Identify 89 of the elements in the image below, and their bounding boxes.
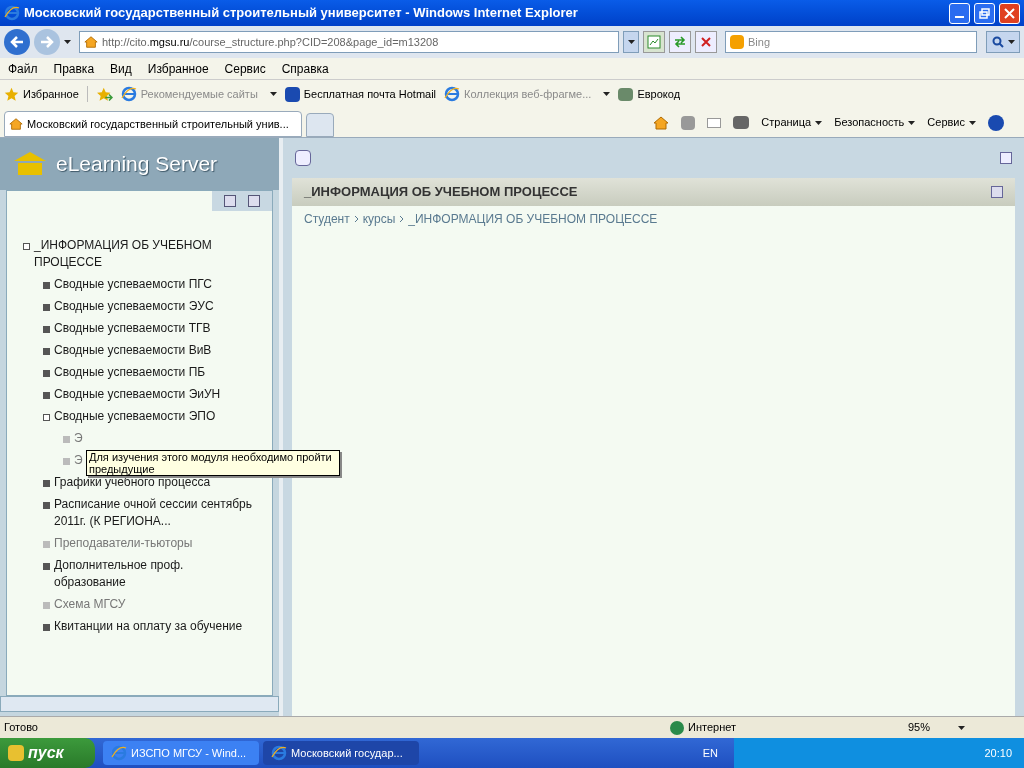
browser-icon xyxy=(271,745,287,761)
tree-item[interactable]: Графики учебного процесса xyxy=(54,474,211,491)
caret-icon xyxy=(627,40,635,44)
tree-item[interactable]: Сводные успеваемости ТГВ xyxy=(54,320,211,337)
browser-icon xyxy=(4,5,20,21)
favorites-link[interactable]: Еврокод xyxy=(618,85,681,103)
window-title: Московский государственный строительный университет - Windows Internet Explorer xyxy=(24,4,579,23)
breadcrumb-link[interactable]: курсы xyxy=(362,210,396,228)
language-indicator[interactable]: EN xyxy=(702,744,718,762)
caret-icon xyxy=(815,120,823,125)
caret-icon xyxy=(969,120,976,125)
home-button[interactable] xyxy=(295,150,311,166)
caret-icon xyxy=(603,92,611,96)
browser-icon xyxy=(120,86,137,102)
caret-icon xyxy=(1007,40,1015,44)
menu-item[interactable]: Избранное xyxy=(147,59,209,78)
minimize-icon xyxy=(955,16,964,18)
tree-item[interactable]: _ИНФОРМАЦИЯ ОБ УЧЕБНОМ ПРОЦЕССЕ xyxy=(34,237,224,271)
minimize-button[interactable] xyxy=(949,2,970,24)
status-text: Готово xyxy=(3,720,39,736)
taskbar-window[interactable]: ИЗСПО МГСУ - Wind... xyxy=(103,741,259,765)
menu-item[interactable]: Правка xyxy=(53,59,95,78)
menu-item[interactable]: Справка xyxy=(281,59,329,78)
close-icon xyxy=(1004,7,1015,19)
caret-icon xyxy=(269,92,277,96)
favorites-link[interactable]: Бесплатная почта Hotmail xyxy=(284,85,437,103)
taskbar-window[interactable]: Московский государ... xyxy=(263,741,419,765)
page-title: _ИНФОРМАЦИЯ ОБ УЧЕБНОМ ПРОЦЕССЕ xyxy=(304,183,578,202)
tree-item[interactable]: Сводные успеваемости ПГС xyxy=(54,276,212,293)
home-icon xyxy=(84,35,98,49)
tree-item[interactable]: Сводные успеваемости ВиВ xyxy=(54,342,212,359)
caret-icon xyxy=(64,40,71,44)
page-icon xyxy=(647,35,661,49)
search-field[interactable]: Bing xyxy=(725,31,977,53)
tree-item[interactable]: Э xyxy=(74,452,83,469)
tooltip: Для изучения этого модуля необходимо пройти предыдущие xyxy=(86,450,340,476)
menu-item[interactable]: Вид xyxy=(110,59,132,78)
command-menu[interactable]: Безопасность xyxy=(834,114,916,131)
browser-icon xyxy=(111,745,127,761)
tree-item[interactable]: Э xyxy=(74,430,83,447)
tree-item[interactable]: Квитанции на оплату за обучение xyxy=(54,618,243,635)
command-menu[interactable]: Страница xyxy=(761,114,823,131)
tree-item[interactable]: Сводные успеваемости ПБ xyxy=(54,364,206,381)
search-placeholder: Bing xyxy=(748,34,771,50)
horizontal-scrollbar[interactable] xyxy=(0,696,279,712)
home-icon xyxy=(653,114,670,131)
back-arrow-icon xyxy=(10,36,24,48)
favorites-button[interactable]: Избранное xyxy=(4,85,88,103)
refresh-icon xyxy=(673,36,687,48)
back-button[interactable] xyxy=(4,29,30,55)
zoom-button[interactable]: 95% xyxy=(908,719,966,736)
forward-arrow-icon xyxy=(40,36,54,48)
house-logo-icon xyxy=(12,151,48,177)
breadcrumb-link[interactable]: Студент xyxy=(304,210,350,228)
command-menu[interactable]: Сервис xyxy=(927,114,976,131)
menu-item[interactable]: Файл xyxy=(8,59,38,78)
chevron-icon xyxy=(399,215,405,223)
refresh-button[interactable] xyxy=(669,31,691,53)
zone-text: Интернет xyxy=(688,720,737,736)
home-button[interactable] xyxy=(653,114,670,131)
address-field[interactable]: http://cito.mgsu.ru/course_structure.php?CID=208&page_id=m13208 xyxy=(79,31,619,53)
tree-item[interactable]: Сводные успеваемости ЭУС xyxy=(54,298,214,315)
dropdown-button[interactable] xyxy=(623,31,639,53)
maximize-button[interactable] xyxy=(974,2,995,24)
close-button[interactable] xyxy=(1000,152,1012,164)
tree-item[interactable]: Преподаватели-тьюторы xyxy=(54,535,193,552)
restore-icon xyxy=(979,7,990,19)
close-icon xyxy=(701,37,711,47)
add-favorite-icon[interactable] xyxy=(95,86,113,102)
clock: 20:10 xyxy=(984,745,1012,761)
star-icon xyxy=(4,86,19,102)
tree-item[interactable]: Сводные успеваемости ЭПО xyxy=(54,408,216,425)
caret-icon xyxy=(908,120,916,125)
caret-icon xyxy=(958,725,966,730)
logo-text: eLearning Server xyxy=(56,151,218,178)
stop-button[interactable] xyxy=(695,31,717,53)
tree-item[interactable]: Сводные успеваемости ЭиУН xyxy=(54,386,221,403)
home-icon xyxy=(9,117,23,131)
url-text: http://cito.mgsu.ru/course_structure.php?CID=208&page_id=m13208 xyxy=(102,34,439,50)
browser-icon xyxy=(444,86,461,102)
browser-tab[interactable]: Московский государственный строительный унив... xyxy=(4,111,302,137)
breadcrumb-link[interactable]: _ИНФОРМАЦИЯ ОБ УЧЕБНОМ ПРОЦЕССЕ xyxy=(408,210,658,228)
chevron-icon xyxy=(353,215,359,223)
search-button[interactable] xyxy=(986,31,1020,53)
tree-item[interactable]: Расписание очной сессии сентябрь 2011г. (К РЕГИОНА... xyxy=(54,496,254,530)
menu-item[interactable]: Сервис xyxy=(224,59,266,78)
tree-item[interactable]: Схема МГСУ xyxy=(54,596,126,613)
tree-item[interactable]: Дополнительное проф. образование xyxy=(54,557,254,591)
start-button[interactable]: пуск xyxy=(0,738,95,768)
